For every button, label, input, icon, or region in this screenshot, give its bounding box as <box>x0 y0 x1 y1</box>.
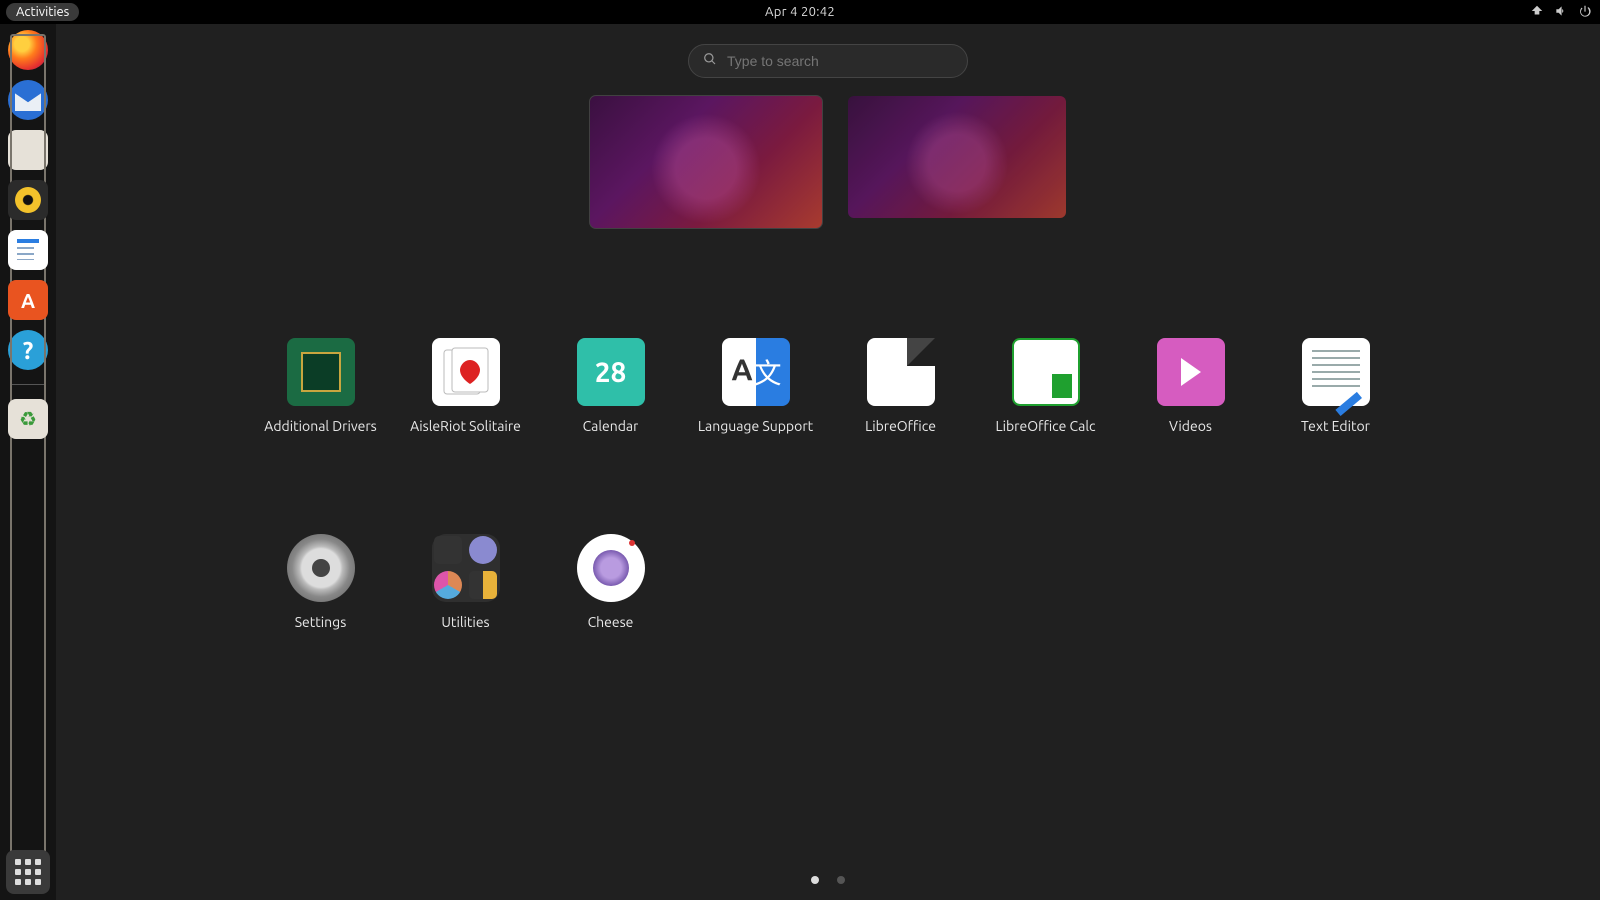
clock[interactable]: Apr 4 20:42 <box>765 5 835 19</box>
cheese-icon <box>577 534 645 602</box>
volume-icon <box>1554 4 1568 21</box>
workspace-switcher <box>590 96 1066 228</box>
power-icon <box>1578 4 1592 21</box>
app-libreoffice-calc[interactable]: LibreOffice Calc <box>973 338 1118 434</box>
dock: ? <box>0 24 56 900</box>
page-dot-2[interactable] <box>837 876 845 884</box>
language-icon <box>722 338 790 406</box>
workspace-2[interactable] <box>848 96 1066 218</box>
app-label: Additional Drivers <box>264 418 377 434</box>
app-cheese[interactable]: Cheese <box>538 534 683 630</box>
app-label: Settings <box>295 614 347 630</box>
app-additional-drivers[interactable]: Additional Drivers <box>248 338 393 434</box>
dock-rhythmbox[interactable] <box>8 180 48 220</box>
dock-writer[interactable] <box>8 230 48 270</box>
app-utilities-folder[interactable]: Utilities <box>393 534 538 630</box>
app-label: Cheese <box>588 614 634 630</box>
app-label: AisleRiot Solitaire <box>410 418 521 434</box>
app-label: LibreOffice <box>865 418 936 434</box>
text-editor-icon <box>1302 338 1370 406</box>
app-label: Utilities <box>441 614 489 630</box>
settings-icon <box>287 534 355 602</box>
app-label: Text Editor <box>1301 418 1370 434</box>
grid-icon <box>15 859 41 885</box>
app-label: LibreOffice Calc <box>995 418 1095 434</box>
workspace-1[interactable] <box>590 96 822 228</box>
dock-software[interactable] <box>8 280 48 320</box>
cards-icon <box>432 338 500 406</box>
app-text-editor[interactable]: Text Editor <box>1263 338 1408 434</box>
libreoffice-icon <box>867 338 935 406</box>
show-applications-button[interactable] <box>6 850 50 894</box>
app-calendar[interactable]: 28 Calendar <box>538 338 683 434</box>
app-label: Videos <box>1169 418 1212 434</box>
app-label: Calendar <box>583 418 639 434</box>
app-language-support[interactable]: Language Support <box>683 338 828 434</box>
calc-icon <box>1012 338 1080 406</box>
status-area[interactable] <box>1530 4 1592 21</box>
app-label: Language Support <box>698 418 813 434</box>
app-libreoffice[interactable]: LibreOffice <box>828 338 973 434</box>
page-dot-1[interactable] <box>811 876 819 884</box>
activities-overview: Additional Drivers AisleRiot Solitaire 2… <box>56 24 1600 900</box>
search-input[interactable] <box>727 53 953 69</box>
top-bar: Activities Apr 4 20:42 <box>0 0 1600 24</box>
app-aisleriot[interactable]: AisleRiot Solitaire <box>393 338 538 434</box>
activities-button[interactable]: Activities <box>6 3 79 21</box>
application-grid: Additional Drivers AisleRiot Solitaire 2… <box>248 338 1408 630</box>
app-settings[interactable]: Settings <box>248 534 393 630</box>
page-indicator <box>811 876 845 884</box>
utilities-folder-icon <box>432 534 500 602</box>
network-icon <box>1530 4 1544 21</box>
search-bar[interactable] <box>688 44 968 78</box>
app-videos[interactable]: Videos <box>1118 338 1263 434</box>
search-icon <box>703 52 717 70</box>
videos-icon <box>1157 338 1225 406</box>
dock-trash[interactable] <box>8 399 48 439</box>
dock-files[interactable] <box>8 130 48 170</box>
calendar-icon: 28 <box>577 338 645 406</box>
drivers-icon <box>287 338 355 406</box>
